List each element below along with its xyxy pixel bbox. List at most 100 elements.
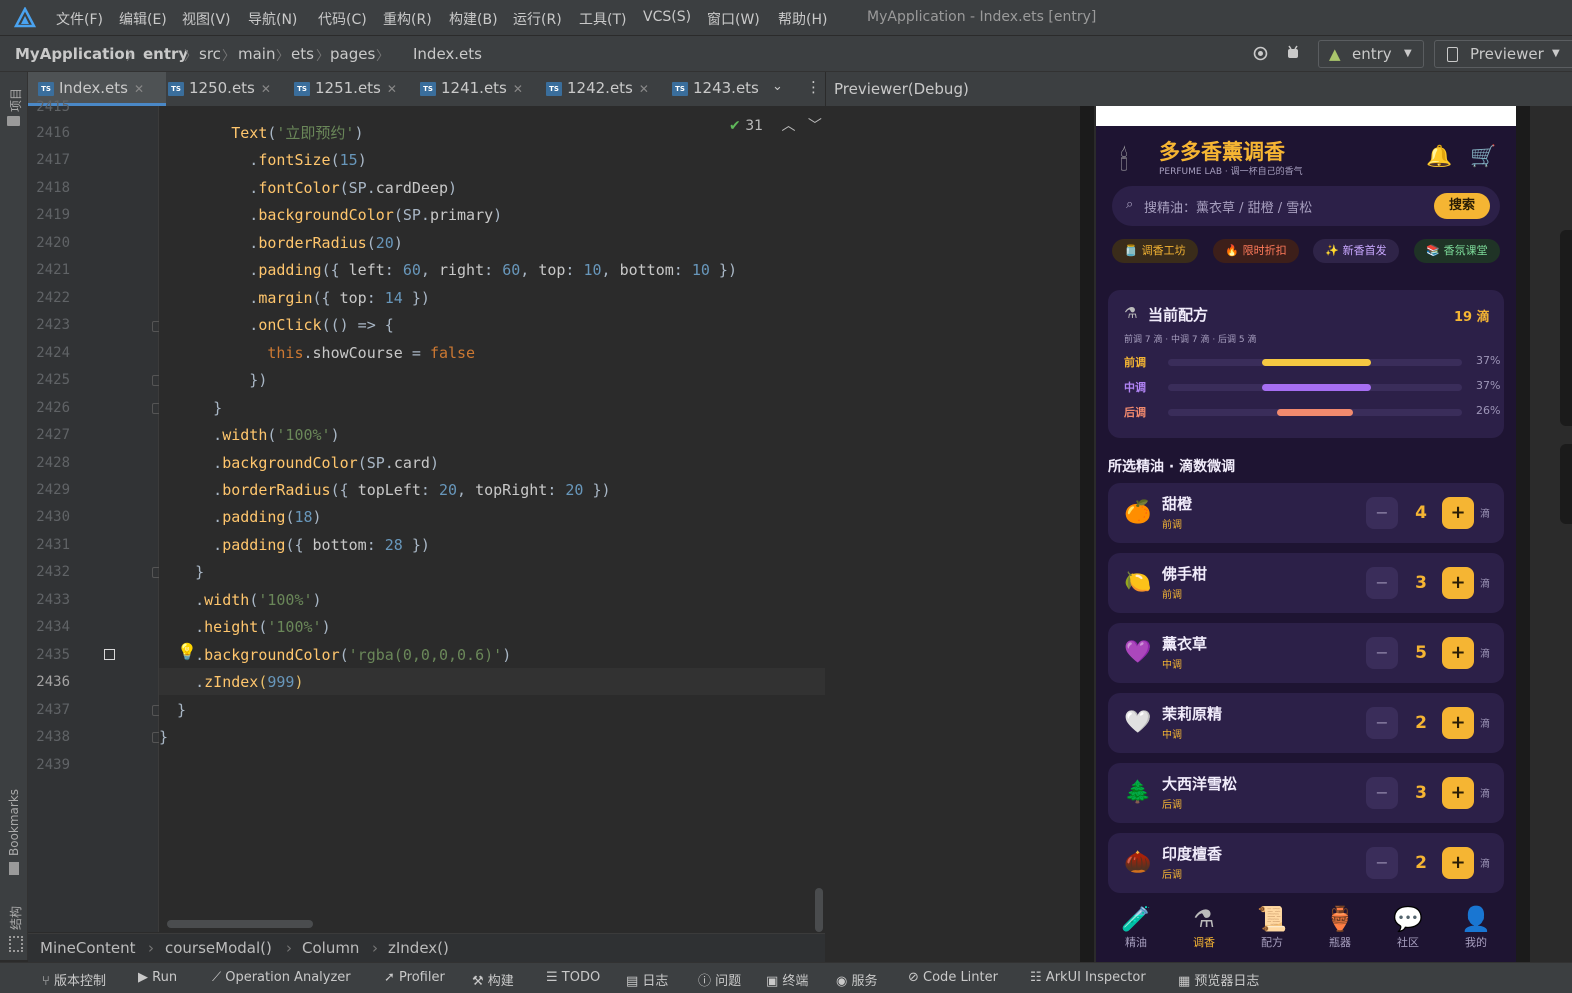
menu-window[interactable]: 窗口(W) [707,9,760,29]
editor-tab-bar: TS Index.ets ✕ TS 1250.ets ✕ TS 1251.ets ✕ TS 1… [28,72,825,107]
increment-button[interactable]: + [1442,567,1474,599]
bell-icon[interactable]: 🔔 [1426,144,1452,169]
crumb-column[interactable]: Column [302,939,359,957]
device-manager-icon[interactable] [1284,44,1302,62]
line-number: 2439 [36,757,70,773]
lightbulb-icon[interactable]: 💡 [177,642,197,661]
increment-button[interactable]: + [1442,497,1474,529]
close-icon[interactable]: ✕ [387,82,397,96]
crumb-main[interactable]: main [238,45,275,63]
increment-button[interactable]: + [1442,777,1474,809]
crumb-module[interactable]: entry [143,45,188,63]
decrement-button[interactable]: − [1366,707,1398,739]
inspection-widget[interactable]: ✔ 31 ︿ ﹀ [729,115,822,135]
code-editor[interactable]: Text('立即预约') .fontSize(15) .fontColor(SP… [159,106,825,932]
tab-label: 1251.ets [315,79,381,97]
tab-1241-ets[interactable]: TS 1241.ets ✕ [420,72,523,105]
chevron-up-icon[interactable]: ︿ [781,118,795,134]
tool-terminal[interactable]: ▣ 终端 [766,970,808,989]
chip-flash-sale[interactable]: 🔥 限时折扣 [1213,239,1299,263]
close-icon[interactable]: ✕ [513,82,523,96]
menu-help[interactable]: 帮助(H) [778,9,827,29]
tool-version-control[interactable]: ⑂ 版本控制 [42,970,106,989]
tab-1242-ets[interactable]: TS 1242.ets ✕ [546,72,649,105]
chip-new-arrivals[interactable]: ✨ 新香首发 [1313,239,1399,263]
decrement-button[interactable]: − [1366,497,1398,529]
nav-formula[interactable]: 📜 配方 [1242,904,1302,950]
tab-list-chevron-icon[interactable]: ⌄ [772,79,783,94]
menu-refactor[interactable]: 重构(R) [383,9,432,29]
tool-profiler[interactable]: ➚ Profiler [384,970,445,985]
tool-operation-analyzer[interactable]: ⟋ Operation Analyzer [212,970,351,985]
decrement-button[interactable]: − [1366,777,1398,809]
chip-aroma-class[interactable]: 📚 香氛课堂 [1414,239,1500,263]
menu-run[interactable]: 运行(R) [513,9,562,29]
breakpoint-checkbox-icon[interactable] [104,649,115,660]
decrement-button[interactable]: − [1366,847,1398,879]
tool-problems[interactable]: ⓘ 问题 [698,970,741,989]
tool-arkui-inspector[interactable]: ☷ ArkUI Inspector [1030,970,1146,985]
menu-build[interactable]: 构建(B) [449,9,498,29]
middle-note-fill [1262,384,1371,391]
tool-build[interactable]: ⚒ 构建 [472,970,514,989]
increment-button[interactable]: + [1442,707,1474,739]
menu-file[interactable]: 文件(F) [56,9,103,29]
search-bar[interactable]: ⌕ 搜精油：薰衣草 / 甜橙 / 雪松 搜索 [1112,186,1500,226]
chevron-down-icon[interactable]: ﹀ [808,118,822,134]
nav-bottles[interactable]: 🏺 瓶器 [1310,904,1370,950]
target-icon[interactable] [1252,45,1269,62]
menu-vcs[interactable]: VCS(S) [643,9,691,25]
menu-edit[interactable]: 编辑(E) [119,9,167,29]
tab-1243-ets[interactable]: TS 1243.ets [672,72,760,105]
decrement-button[interactable]: − [1366,637,1398,669]
code-line: .onClick(() => { [159,316,394,334]
increment-button[interactable]: + [1442,847,1474,879]
vertical-scrollbar[interactable] [815,888,823,932]
navigation-bar: MyApplication 〉 entry 〉 src 〉 main 〉 ets… [0,36,1572,96]
close-icon[interactable]: ✕ [261,82,271,96]
ets-file-icon: TS [672,81,688,96]
tool-run[interactable]: ▶ Run [138,970,177,985]
bookmarks-tool-tab[interactable]: Bookmarks [7,789,21,856]
nav-blend[interactable]: ⚗ 调香 [1174,904,1234,950]
tab-1250-ets[interactable]: TS 1250.ets ✕ [168,72,271,105]
horizontal-scrollbar[interactable] [167,920,313,928]
crumb-project[interactable]: MyApplication [15,45,135,63]
tool-previewer-log[interactable]: ▦ 预览器日志 [1178,970,1259,989]
deveco-logo-icon [14,7,36,28]
close-icon[interactable]: ✕ [639,82,649,96]
crumb-builder[interactable]: courseModal() [165,939,272,957]
crumb-pages[interactable]: pages [330,45,375,63]
run-config-select[interactable]: ▲ entry ▼ [1318,40,1424,68]
increment-button[interactable]: + [1442,637,1474,669]
nav-essential-oils[interactable]: 🧪 精油 [1106,904,1166,950]
decrement-button[interactable]: − [1366,567,1398,599]
tool-todo[interactable]: ☰ TODO [546,970,600,985]
tool-services[interactable]: ◉ 服务 [836,970,878,989]
more-vertical-icon[interactable]: ⋮ [806,78,821,96]
nav-profile[interactable]: 👤 我的 [1446,904,1506,950]
previewer-select[interactable]: Previewer ▼ [1434,40,1572,68]
menu-code[interactable]: 代码(C) [318,9,367,29]
project-tool-tab[interactable]: 项目 [7,88,24,112]
structure-tool-tab[interactable]: 结构 [7,906,24,930]
crumb-ets[interactable]: ets [291,45,314,63]
crumb-file[interactable]: Index.ets [413,45,482,63]
tool-code-linter[interactable]: ⊘ Code Linter [908,970,998,985]
search-button[interactable]: 搜索 [1434,193,1490,219]
drop-unit: 滴 [1480,579,1490,590]
crumb-zindex[interactable]: zIndex() [388,939,449,957]
cart-icon[interactable]: 🛒 [1470,144,1496,169]
search-input[interactable]: 搜精油：薰衣草 / 甜橙 / 雪松 [1144,197,1312,216]
menu-view[interactable]: 视图(V) [182,9,231,29]
tab-1251-ets[interactable]: TS 1251.ets ✕ [294,72,397,105]
tool-log[interactable]: ▤ 日志 [626,970,668,989]
nav-community[interactable]: 💬 社区 [1378,904,1438,950]
list-icon: ☰ [546,970,562,985]
chip-perfume-workshop[interactable]: 🫙 调香工坊 [1112,239,1198,263]
crumb-component[interactable]: MineContent [40,939,136,957]
close-icon[interactable]: ✕ [134,82,144,96]
crumb-src[interactable]: src [199,45,221,63]
menu-navigate[interactable]: 导航(N) [248,9,297,29]
menu-tools[interactable]: 工具(T) [579,9,626,29]
